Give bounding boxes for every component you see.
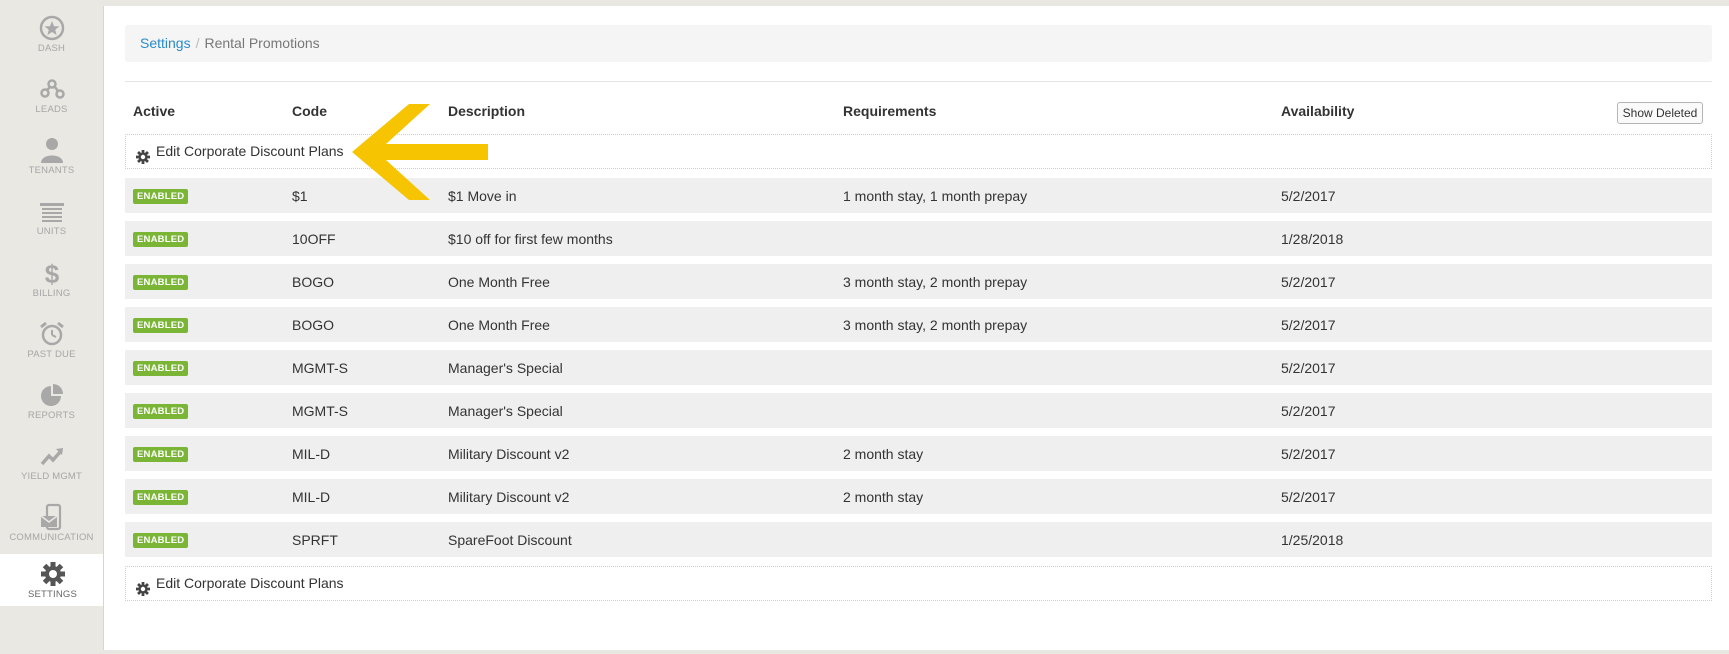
cell-code: BOGO	[292, 274, 335, 290]
sidebar-item-dash[interactable]: DASH	[0, 8, 103, 64]
sidebar-item-leads[interactable]: LEADS	[0, 69, 103, 125]
main-panel: Settings / Rental Promotions Active Code D…	[103, 6, 1729, 650]
cell-availability: 5/2/2017	[1281, 489, 1336, 505]
divider	[125, 81, 1712, 82]
header-active: Active	[133, 103, 176, 119]
cell-code: 10OFF	[292, 231, 336, 247]
table-row[interactable]: ENABLED 10OFF $10 off for first few months…	[125, 221, 1712, 256]
cell-description: Military Discount v2	[448, 489, 570, 505]
sidebar-item-tenants[interactable]: TENANTS	[0, 130, 103, 186]
network-icon	[37, 75, 67, 103]
cell-code: MGMT-S	[292, 403, 348, 419]
table-row[interactable]: ENABLED MGMT-S Manager's Special 5/2/2017	[125, 350, 1712, 385]
sidebar-item-past-due[interactable]: PAST DUE	[0, 314, 103, 370]
status-badge: ENABLED	[133, 533, 189, 548]
table-row[interactable]: ENABLED MIL-D Military Discount v2 2 month …	[125, 479, 1712, 514]
cell-availability: 5/2/2017	[1281, 403, 1336, 419]
sidebar-item-units[interactable]: UNITS	[0, 191, 103, 247]
cell-availability: 5/2/2017	[1281, 188, 1336, 204]
header-requirements: Requirements	[843, 103, 937, 119]
table-row[interactable]: ENABLED BOGO One Month Free 3 month stay, 2…	[125, 264, 1712, 299]
cell-requirements: 3 month stay, 2 month prepay	[843, 274, 1028, 290]
breadcrumb: Settings / Rental Promotions	[125, 25, 1712, 62]
cell-requirements: 1 month stay, 1 month prepay	[843, 188, 1028, 204]
sidebar-label: PAST DUE	[27, 349, 76, 360]
cell-description: SpareFoot Discount	[448, 532, 572, 548]
sidebar-item-yield-mgmt[interactable]: YIELD MGMT	[0, 436, 103, 492]
sidebar-label: COMMUNICATION	[9, 532, 94, 543]
gear-icon	[135, 144, 151, 164]
sidebar-label: REPORTS	[27, 410, 76, 421]
gear-icon	[38, 560, 68, 588]
gear-icon	[135, 576, 151, 596]
cell-availability: 1/28/2018	[1281, 231, 1344, 247]
cell-availability: 5/2/2017	[1281, 446, 1336, 462]
sidebar-nav: DASH LEADS TENANTS UNITS $ BILLING PAST …	[0, 0, 105, 654]
sidebar-label: UNITS	[36, 226, 67, 237]
cell-code: MIL-D	[292, 446, 331, 462]
table-row[interactable]: ENABLED BOGO One Month Free 3 month stay, 2…	[125, 307, 1712, 342]
storage-unit-icon	[37, 197, 67, 225]
header-availability: Availability	[1281, 103, 1355, 119]
cell-code: MGMT-S	[292, 360, 348, 376]
trend-up-icon	[37, 442, 67, 470]
status-badge: ENABLED	[133, 275, 189, 290]
edit-plans-label: Edit Corporate Discount Plans	[156, 143, 344, 159]
cell-description: One Month Free	[448, 317, 550, 333]
sidebar-label: SETTINGS	[27, 589, 78, 600]
breadcrumb-separator: /	[195, 35, 200, 51]
sidebar-label: YIELD MGMT	[20, 471, 83, 482]
table-row[interactable]: ENABLED SPRFT SpareFoot Discount 1/25/2018	[125, 522, 1712, 557]
sidebar-item-reports[interactable]: REPORTS	[0, 375, 103, 431]
status-badge: ENABLED	[133, 447, 189, 462]
status-badge: ENABLED	[133, 232, 189, 247]
cell-description: $10 off for first few months	[448, 231, 613, 247]
cell-requirements: 2 month stay	[843, 446, 924, 462]
alarm-clock-icon	[37, 320, 67, 348]
cell-code: MIL-D	[292, 489, 331, 505]
annotation-arrow-icon	[352, 104, 488, 200]
edit-plans-label: Edit Corporate Discount Plans	[156, 575, 344, 591]
phone-mail-icon	[37, 503, 67, 531]
cell-code: $1	[292, 188, 308, 204]
table-row[interactable]: ENABLED MIL-D Military Discount v2 2 month …	[125, 436, 1712, 471]
svg-text:$: $	[44, 259, 59, 287]
star-icon	[37, 14, 67, 42]
sidebar-label: DASH	[37, 43, 66, 54]
sidebar-label: LEADS	[35, 104, 68, 115]
cell-availability: 1/25/2018	[1281, 532, 1344, 548]
sidebar-item-billing[interactable]: $ BILLING	[0, 253, 103, 309]
breadcrumb-settings-link[interactable]: Settings	[140, 35, 191, 51]
status-badge: ENABLED	[133, 361, 189, 376]
sidebar-label: TENANTS	[28, 165, 75, 176]
cell-requirements: 3 month stay, 2 month prepay	[843, 317, 1028, 333]
cell-description: Military Discount v2	[448, 446, 570, 462]
status-badge: ENABLED	[133, 189, 189, 204]
cell-code: SPRFT	[292, 532, 338, 548]
dollar-icon: $	[37, 259, 67, 289]
status-badge: ENABLED	[133, 490, 189, 505]
edit-corporate-discount-plans-link[interactable]: Edit Corporate Discount Plans	[125, 566, 1712, 601]
cell-description: One Month Free	[448, 274, 550, 290]
status-badge: ENABLED	[133, 318, 189, 333]
pie-chart-icon	[37, 381, 67, 409]
person-icon	[37, 136, 67, 164]
cell-availability: 5/2/2017	[1281, 317, 1336, 333]
cell-description: Manager's Special	[448, 403, 563, 419]
sidebar-label: BILLING	[32, 288, 71, 299]
cell-availability: 5/2/2017	[1281, 274, 1336, 290]
cell-code: BOGO	[292, 317, 335, 333]
sidebar-item-settings[interactable]: SETTINGS	[0, 554, 105, 606]
breadcrumb-current: Rental Promotions	[204, 35, 320, 51]
table-row[interactable]: ENABLED MGMT-S Manager's Special 5/2/2017	[125, 393, 1712, 428]
status-badge: ENABLED	[133, 404, 189, 419]
cell-availability: 5/2/2017	[1281, 360, 1336, 376]
header-code: Code	[292, 103, 327, 119]
sidebar-item-communication[interactable]: COMMUNICATION	[0, 497, 103, 553]
cell-description: Manager's Special	[448, 360, 563, 376]
cell-requirements: 2 month stay	[843, 489, 924, 505]
show-deleted-button[interactable]: Show Deleted	[1617, 102, 1703, 124]
